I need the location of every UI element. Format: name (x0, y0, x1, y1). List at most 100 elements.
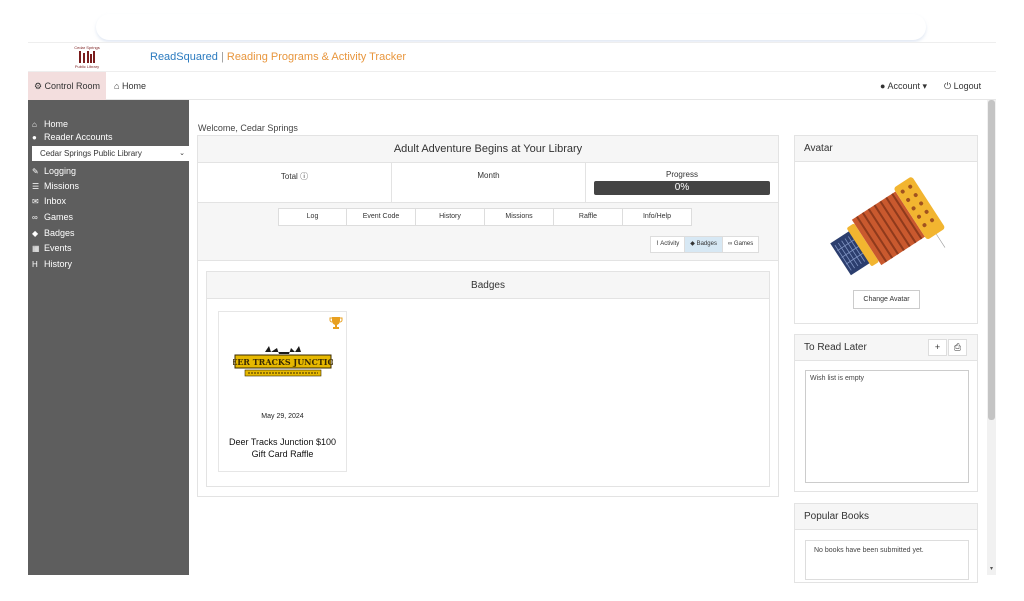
sidebar-item-label: Inbox (44, 196, 67, 206)
stat-progress: Progress 0% (586, 163, 778, 203)
stat-month-label: Month (477, 171, 500, 180)
wish-list-box[interactable]: Wish list is empty (805, 370, 969, 483)
deer-tracks-logo: DEER TRACKS JUNCTION (233, 346, 333, 377)
view-games-button[interactable]: ∞ Games (722, 236, 760, 253)
sidebar: ⌂ Home ● Reader Accounts Cedar Springs Pub… (28, 100, 189, 575)
sidebar-item-badges[interactable]: ◆ Badges (32, 228, 75, 238)
tab-missions[interactable]: Missions (485, 208, 554, 226)
tab-raffle[interactable]: Raffle (554, 208, 623, 226)
plus-icon: + (934, 342, 941, 352)
app-name: ReadSquared (150, 51, 218, 63)
chevron-down-icon: ⌄ (179, 150, 185, 157)
info-icon[interactable]: ⓘ (300, 172, 308, 181)
stat-month: Month (392, 163, 586, 203)
sidebar-item-label: Events (44, 243, 72, 253)
main-content: Welcome, Cedar Springs Adult Adventure B… (189, 100, 987, 583)
sidebar-item-label: Badges (44, 228, 75, 238)
line-chart-icon: ⌇ (656, 241, 659, 247)
badges-title: Badges (207, 272, 769, 299)
gear-icon: ⚙ (33, 81, 43, 91)
shield-icon: ◆ (690, 241, 695, 247)
trophy-icon (329, 317, 343, 329)
tab-history[interactable]: History (416, 208, 485, 226)
home-icon: ⌂ (32, 120, 37, 129)
app-tagline: Reading Programs & Activity Tracker (226, 51, 406, 63)
sidebar-item-history[interactable]: H History (32, 259, 72, 269)
change-avatar-button[interactable]: Change Avatar (853, 290, 920, 309)
account-label: Account (887, 81, 920, 91)
program-panel: Adult Adventure Begins at Your Library T… (197, 135, 779, 497)
history-icon: H (32, 260, 38, 269)
pencil-icon: ✎ (32, 167, 39, 176)
gamepad-icon: ∞ (32, 213, 38, 222)
shield-icon: ◆ (32, 229, 39, 238)
home-link[interactable]: ⌂ Home (114, 72, 146, 100)
scroll-down-icon[interactable]: ▾ (987, 565, 996, 572)
accordion-avatar-icon (830, 177, 946, 276)
sidebar-item-label: Home (44, 119, 69, 129)
brand-header: Cedar Springs Public Library ReadSquared… (28, 42, 996, 72)
control-room-button[interactable]: ⚙ Control Room (28, 72, 106, 100)
library-select-value: Cedar Springs Public Library (40, 149, 142, 158)
library-select[interactable]: Cedar Springs Public Library ⌄ (32, 146, 189, 161)
badge-logo-text: DEER TRACKS JUNCTION (233, 357, 333, 367)
power-icon: ⏻ (944, 81, 952, 91)
sidebar-item-logging[interactable]: ✎ Logging (32, 166, 76, 176)
popular-books-title: Popular Books (795, 504, 977, 530)
popular-books-empty-text: No books have been submitted yet. (805, 540, 969, 580)
program-tabs: Log Event Code History Missions Raffle I… (278, 208, 692, 226)
sidebar-item-label: Games (44, 212, 74, 222)
tab-info-help[interactable]: Info/Help (623, 208, 692, 226)
logout-label: Logout (953, 81, 982, 91)
welcome-text: Welcome, Cedar Springs (198, 123, 298, 133)
sidebar-item-label: Logging (44, 166, 77, 176)
tab-event-code[interactable]: Event Code (347, 208, 416, 226)
list-icon: ☰ (32, 182, 40, 191)
address-bar[interactable] (96, 14, 926, 40)
app-title[interactable]: ReadSquared | Reading Programs & Activit… (150, 51, 406, 63)
print-button[interactable]: ⎙ (948, 339, 967, 356)
wish-list-empty-text: Wish list is empty (810, 375, 865, 382)
calendar-icon: ▦ (32, 244, 40, 253)
stat-total: Total ⓘ (198, 163, 392, 203)
scrollbar-thumb[interactable] (988, 100, 995, 420)
stats-row: Total ⓘ Month Progress 0% (198, 163, 778, 203)
view-badges-button[interactable]: ◆ Badges (685, 236, 723, 253)
sidebar-item-inbox[interactable]: ✉ Inbox (32, 196, 66, 206)
avatar-title: Avatar (795, 136, 977, 162)
tabs-zone: Log Event Code History Missions Raffle I… (198, 203, 778, 261)
stat-progress-label: Progress (665, 170, 698, 179)
tab-log[interactable]: Log (278, 208, 347, 226)
popular-books-card: Popular Books No books have been submitt… (794, 503, 978, 583)
title-separator: | (220, 51, 224, 63)
program-title: Adult Adventure Begins at Your Library (198, 136, 778, 163)
sidebar-item-label: Missions (44, 181, 80, 191)
logout-link[interactable]: ⏻ Logout (944, 72, 981, 100)
badge-card[interactable]: DEER TRACKS JUNCTION May 29, 2024 Deer T… (218, 311, 347, 472)
user-icon: ● (32, 133, 37, 142)
sidebar-item-home[interactable]: ⌂ Home (32, 119, 68, 129)
view-activity-button[interactable]: ⌇ Activity (650, 236, 686, 253)
books-icon (79, 51, 95, 63)
page-scrollbar[interactable]: ▾ (987, 100, 996, 575)
logo-bottom-text: Public Library (74, 64, 100, 69)
sidebar-item-events[interactable]: ▦ Events (32, 243, 72, 253)
user-icon: ● (880, 81, 886, 91)
browser-chrome (0, 0, 1024, 42)
top-nav: ⚙ Control Room ⌂ Home ● Account ▾ ⏻ Logo… (28, 72, 996, 100)
sidebar-item-reader-accounts[interactable]: ● Reader Accounts (32, 132, 113, 142)
gamepad-icon: ∞ (727, 241, 733, 247)
sidebar-item-missions[interactable]: ☰ Missions (32, 181, 79, 191)
progress-bar: 0% (594, 181, 770, 195)
library-logo[interactable]: Cedar Springs Public Library (58, 45, 116, 71)
envelope-icon: ✉ (32, 197, 39, 206)
badges-panel: Badges DEER TRACKS JUNCTION May 29, 2024 (206, 271, 770, 487)
sidebar-item-label: Reader Accounts (44, 132, 113, 142)
home-icon: ⌂ (114, 81, 120, 91)
add-book-button[interactable]: + (928, 339, 947, 356)
account-dropdown[interactable]: ● Account ▾ (880, 72, 927, 100)
sidebar-item-games[interactable]: ∞ Games (32, 212, 73, 222)
chevron-down-icon: ▾ (922, 81, 928, 91)
badge-date: May 29, 2024 (261, 413, 304, 420)
print-icon: ⎙ (953, 342, 962, 352)
